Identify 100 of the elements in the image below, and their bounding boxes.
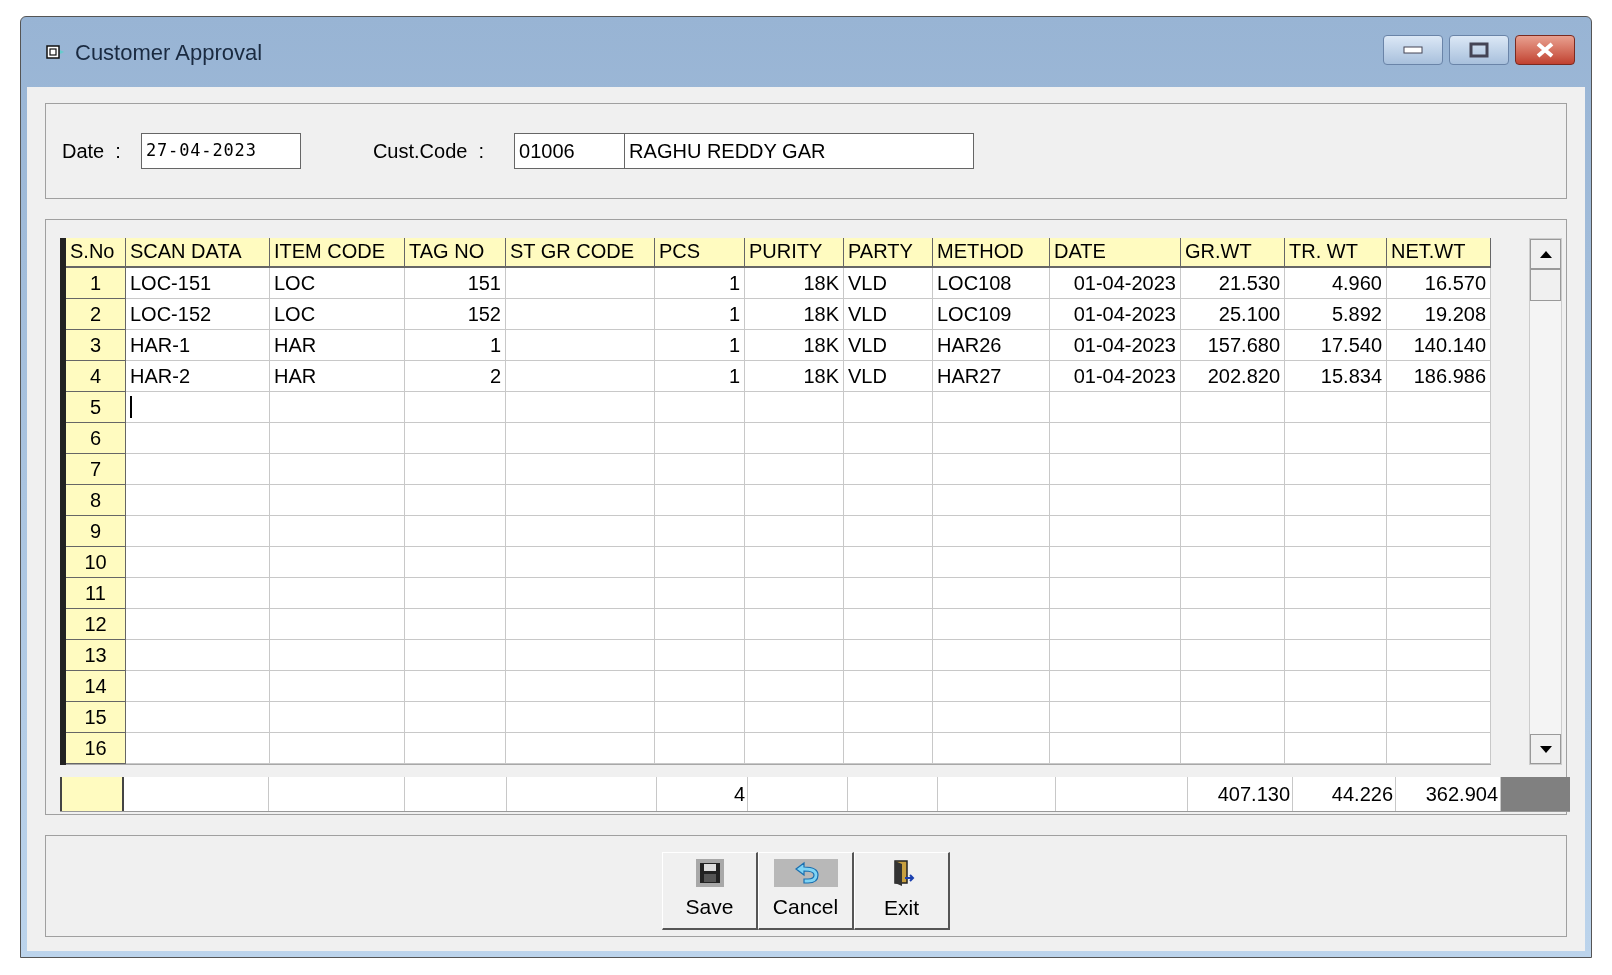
row-number[interactable]: 10	[66, 547, 126, 578]
table-cell: 1	[655, 299, 745, 330]
column-header[interactable]: PURITY	[745, 238, 844, 268]
row-number[interactable]: 9	[66, 516, 126, 547]
table-cell: 18K	[745, 268, 844, 299]
row-number[interactable]: 6	[66, 423, 126, 454]
cancel-button[interactable]: Cancel	[758, 852, 854, 930]
total-cell: 4	[657, 777, 748, 811]
table-cell: HAR	[270, 361, 405, 392]
table-cell: LOC-151	[126, 268, 270, 299]
date-field[interactable]: 27-04-2023	[140, 133, 301, 169]
row-number[interactable]: 1	[66, 268, 126, 299]
maximize-icon	[1469, 42, 1489, 58]
row-number[interactable]: 4	[66, 361, 126, 392]
table-cell: 01-04-2023	[1050, 268, 1181, 299]
vertical-scrollbar[interactable]	[1529, 238, 1562, 765]
table-cell: HAR26	[933, 330, 1050, 361]
scroll-up-button[interactable]	[1530, 239, 1561, 269]
table-cell: 140.140	[1387, 330, 1491, 361]
row-number[interactable]: 2	[66, 299, 126, 330]
table-cell: 1	[405, 330, 506, 361]
table-cell: VLD	[844, 268, 933, 299]
row-number[interactable]: 7	[66, 454, 126, 485]
table-cell: LOC109	[933, 299, 1050, 330]
column-header[interactable]: DATE	[1050, 238, 1181, 268]
table-cell: 01-04-2023	[1050, 361, 1181, 392]
table-cell: 186.986	[1387, 361, 1491, 392]
row-number[interactable]: 13	[66, 640, 126, 671]
table-cell: 1	[655, 268, 745, 299]
column-header[interactable]: PARTY	[844, 238, 933, 268]
total-cell: 362.904	[1396, 777, 1501, 811]
maximize-button[interactable]	[1449, 35, 1509, 65]
close-button[interactable]	[1515, 35, 1575, 65]
column-header[interactable]: NET.WT	[1387, 238, 1491, 268]
save-button[interactable]: Save	[662, 852, 758, 930]
row-number[interactable]: 14	[66, 671, 126, 702]
row-number[interactable]: 12	[66, 609, 126, 640]
column-header[interactable]: S.No	[66, 238, 126, 268]
row-number[interactable]: 11	[66, 578, 126, 609]
row-number[interactable]: 16	[66, 733, 126, 764]
table-cell: 25.100	[1181, 299, 1285, 330]
table-cell: VLD	[844, 361, 933, 392]
table-cell: LOC108	[933, 268, 1050, 299]
minimize-icon	[1403, 46, 1423, 54]
close-icon	[1535, 42, 1555, 58]
table-cell: LOC	[270, 299, 405, 330]
table-cell: 5.892	[1285, 299, 1387, 330]
table-cell: 18K	[745, 361, 844, 392]
row-number[interactable]: 8	[66, 485, 126, 516]
table-cell: 01-04-2023	[1050, 299, 1181, 330]
table-cell: 16.570	[1387, 268, 1491, 299]
table-cell: 4.960	[1285, 268, 1387, 299]
totals-filler	[1501, 777, 1570, 811]
table-cell: 151	[405, 268, 506, 299]
cust-code-field[interactable]: 01006	[514, 133, 625, 169]
table-cell: 18K	[745, 330, 844, 361]
table-cell: 01-04-2023	[1050, 330, 1181, 361]
date-label: Date :	[62, 139, 121, 164]
column-header[interactable]: ST GR CODE	[506, 238, 655, 268]
table-cell: HAR	[270, 330, 405, 361]
table-cell: 202.820	[1181, 361, 1285, 392]
table-cell: LOC	[270, 268, 405, 299]
table-cell: 1	[655, 330, 745, 361]
window-title: Customer Approval	[75, 38, 263, 67]
column-header[interactable]: TR. WT	[1285, 238, 1387, 268]
table-cell: 21.530	[1181, 268, 1285, 299]
table-cell: VLD	[844, 299, 933, 330]
row-number[interactable]: 5	[66, 392, 126, 423]
minimize-button[interactable]	[1383, 35, 1443, 65]
column-header[interactable]: ITEM CODE	[270, 238, 405, 268]
text-cursor	[130, 396, 132, 418]
column-header[interactable]: PCS	[655, 238, 745, 268]
row-number[interactable]: 3	[66, 330, 126, 361]
column-header[interactable]: TAG NO	[405, 238, 506, 268]
row-number[interactable]: 15	[66, 702, 126, 733]
table-cell: 1	[655, 361, 745, 392]
total-cell: 407.130	[1188, 777, 1293, 811]
column-header[interactable]: SCAN DATA	[126, 238, 270, 268]
customer-name-field[interactable]: RAGHU REDDY GAR	[624, 133, 975, 169]
table-cell: HAR27	[933, 361, 1050, 392]
cust-code-label: Cust.Code :	[372, 139, 485, 164]
down-arrow-icon	[1539, 745, 1552, 753]
exit-button[interactable]: Exit	[854, 852, 950, 930]
table-cell: HAR-1	[126, 330, 270, 361]
scroll-thumb[interactable]	[1530, 269, 1561, 301]
table-cell: 18K	[745, 299, 844, 330]
totals-row-header	[60, 777, 124, 811]
table-cell: HAR-2	[126, 361, 270, 392]
table-cell: 19.208	[1387, 299, 1491, 330]
table-cell: 15.834	[1285, 361, 1387, 392]
table-cell: 157.680	[1181, 330, 1285, 361]
up-arrow-icon	[1539, 250, 1552, 258]
total-cell: 44.226	[1293, 777, 1396, 811]
column-header[interactable]: GR.WT	[1181, 238, 1285, 268]
column-header[interactable]: METHOD	[933, 238, 1050, 268]
cell-editor[interactable]	[126, 392, 270, 423]
table-cell: 2	[405, 361, 506, 392]
table-cell: LOC-152	[126, 299, 270, 330]
scroll-down-button[interactable]	[1530, 734, 1561, 764]
table-cell: VLD	[844, 330, 933, 361]
